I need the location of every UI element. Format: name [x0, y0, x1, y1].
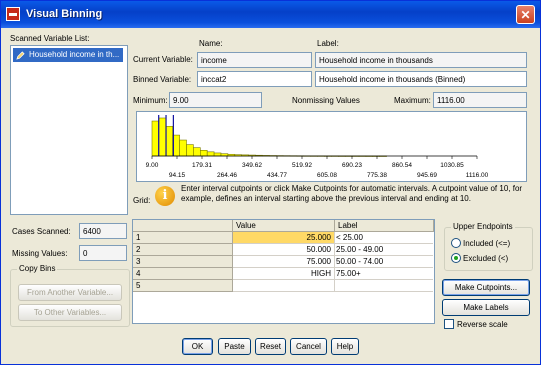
binned-variable-name-input[interactable]: inccat2: [197, 71, 312, 87]
grid-row[interactable]: 2 50.000 25.00 - 49.00: [133, 244, 433, 256]
reverse-scale-label[interactable]: Reverse scale: [457, 320, 508, 329]
pencil-icon: [16, 51, 25, 60]
binned-variable-label: Binned Variable:: [133, 75, 192, 84]
scanned-variable-label: Household income in th...: [29, 50, 120, 59]
excluded-radio-label[interactable]: Excluded (<): [463, 254, 508, 263]
grid-row-number[interactable]: 1: [133, 232, 233, 244]
histogram[interactable]: 9.00 94.15 179.31 264.46 349.62 434.77 519.92 6…: [137, 112, 526, 181]
label-column-header: Label:: [317, 39, 339, 48]
histogram-panel: 9.00 94.15 179.31 264.46 349.62 434.77 519.92 6…: [136, 111, 527, 182]
tick-label: 775.38: [367, 172, 387, 179]
missing-values-label: Missing Values:: [12, 249, 68, 258]
reset-button[interactable]: Reset: [255, 338, 286, 355]
scanned-list-label: Scanned Variable List:: [10, 34, 90, 43]
grid-row-number[interactable]: 5: [133, 280, 233, 292]
grid-row[interactable]: 4 HIGH 75.00+: [133, 268, 433, 280]
scanned-variable-item[interactable]: Household income in th...: [13, 48, 123, 62]
paste-button[interactable]: Paste: [218, 338, 251, 355]
info-icon: i: [155, 186, 175, 206]
scanned-variable-list[interactable]: Household income in th...: [10, 45, 128, 215]
grid-corner-header: [133, 220, 233, 232]
tick-label: 179.31: [192, 162, 212, 169]
histogram-bar: [193, 147, 201, 157]
reverse-scale-checkbox[interactable]: [444, 319, 454, 329]
current-variable-label: Current Variable:: [133, 55, 193, 64]
minimum-value: 9.00: [169, 92, 262, 108]
cutpoints-grid[interactable]: Value Label 1 25.000 < 25.00 2 50.000 25.00 -…: [132, 219, 435, 324]
window-title: Visual Binning: [26, 8, 103, 20]
grid-value-cell[interactable]: [233, 280, 335, 292]
tick-label: 264.46: [217, 172, 237, 179]
nonmissing-values-label: Nonmissing Values: [292, 96, 360, 105]
included-radio-label[interactable]: Included (<=): [463, 239, 510, 248]
tick-label: 945.69: [417, 172, 437, 179]
grid-row-number[interactable]: 2: [133, 244, 233, 256]
close-button[interactable]: ✕: [516, 5, 535, 24]
tick-label: 434.77: [267, 172, 287, 179]
grid-label: Grid:: [133, 196, 151, 205]
excluded-radio[interactable]: [451, 253, 461, 263]
current-variable-label-value: Household income in thousands: [315, 52, 527, 68]
title-bar: Visual Binning ✕: [1, 1, 540, 28]
grid-label-cell[interactable]: 50.00 - 74.00: [335, 256, 433, 268]
tick-label: 605.08: [317, 172, 337, 179]
histogram-bar: [151, 120, 160, 157]
to-other-variables-button[interactable]: To Other Variables...: [18, 304, 122, 321]
copy-bins-title: Copy Bins: [17, 264, 58, 273]
cases-scanned-value: 6400: [79, 223, 127, 239]
histogram-bar: [186, 144, 194, 157]
grid-label-cell[interactable]: < 25.00: [335, 232, 433, 244]
tick-label: 349.62: [242, 162, 262, 169]
tick-label: 690.23: [342, 162, 362, 169]
upper-endpoints-group: Upper Endpoints: [444, 222, 533, 271]
binned-variable-label-input[interactable]: Household income in thousands (Binned): [315, 71, 527, 87]
ok-button[interactable]: OK: [182, 338, 213, 355]
tick-label: 1030.85: [440, 162, 464, 169]
grid-row[interactable]: 3 75.000 50.00 - 74.00: [133, 256, 433, 268]
grid-value-cell[interactable]: 50.000: [233, 244, 335, 256]
from-another-variable-button[interactable]: From Another Variable...: [18, 284, 122, 301]
grid-label-cell[interactable]: 25.00 - 49.00: [335, 244, 433, 256]
tick-label: 94.15: [169, 172, 186, 179]
tick-label: 519.92: [292, 162, 312, 169]
grid-row-number[interactable]: 3: [133, 256, 233, 268]
grid-row[interactable]: 1 25.000 < 25.00: [133, 232, 433, 244]
upper-endpoints-title: Upper Endpoints: [451, 222, 515, 231]
tick-label: 9.00: [146, 162, 159, 169]
histogram-bar: [179, 139, 187, 157]
grid-label-cell[interactable]: [335, 280, 433, 292]
histogram-bar: [165, 126, 173, 157]
grid-row[interactable]: 5: [133, 280, 433, 292]
tick-label: 1116.00: [466, 172, 489, 179]
histogram-bar: [206, 151, 215, 157]
make-labels-button[interactable]: Make Labels: [442, 299, 530, 316]
app-icon: [6, 7, 20, 21]
tick-label: 860.54: [392, 162, 412, 169]
visual-binning-dialog: Visual Binning ✕ Scanned Variable List: …: [0, 0, 541, 365]
grid-value-cell[interactable]: HIGH: [233, 268, 335, 280]
maximum-value: 1116.00: [433, 92, 527, 108]
current-variable-name: income: [197, 52, 312, 68]
name-column-header: Name:: [199, 39, 223, 48]
histogram-bar: [199, 149, 208, 157]
grid-value-cell[interactable]: 25.000: [233, 232, 335, 244]
grid-label-header: Label: [335, 220, 434, 232]
make-cutpoints-button[interactable]: Make Cutpoints...: [442, 279, 530, 296]
cases-scanned-label: Cases Scanned:: [12, 227, 71, 236]
grid-label-cell[interactable]: 75.00+: [335, 268, 433, 280]
histogram-bar: [158, 117, 167, 157]
cancel-button[interactable]: Cancel: [290, 338, 327, 355]
grid-instructions: Enter interval cutpoints or click Make C…: [181, 184, 523, 203]
maximum-label: Maximum:: [394, 96, 431, 105]
included-radio[interactable]: [451, 238, 461, 248]
minimum-label: Minimum:: [133, 96, 168, 105]
missing-values-value: 0: [79, 245, 127, 261]
grid-value-cell[interactable]: 75.000: [233, 256, 335, 268]
grid-value-header: Value: [233, 220, 335, 232]
histogram-bar: [213, 152, 222, 157]
help-button[interactable]: Help: [331, 338, 359, 355]
grid-row-number[interactable]: 4: [133, 268, 233, 280]
